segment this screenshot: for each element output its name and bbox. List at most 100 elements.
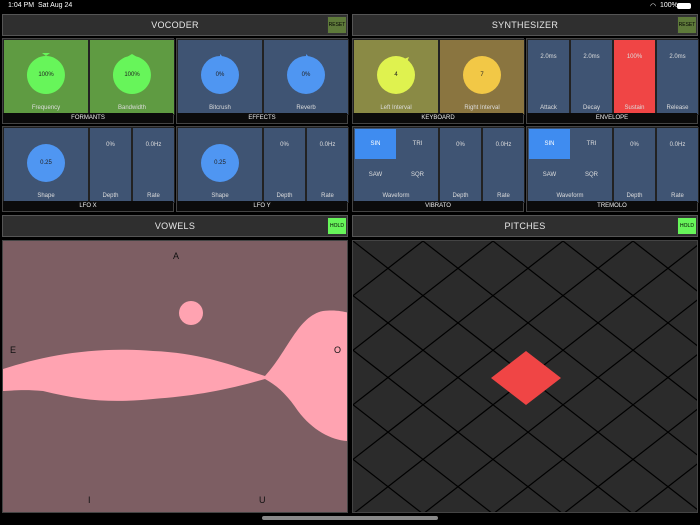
tremolo-depth-control[interactable]: 0% Depth [613,127,656,203]
tremolo-saw-button[interactable]: SAW [529,160,570,190]
vibrato-rate-value: 0.0Hz [495,142,512,148]
vowel-u-label: U [259,495,266,505]
lfo-x-shape-knob[interactable]: 0.25 [26,143,66,183]
pitches-hold-button[interactable]: HOLD [677,217,697,235]
vibrato-sqr-button[interactable]: SQR [397,160,438,190]
vibrato-depth-label: Depth [452,193,469,199]
lfo-x-shape-value: 0.25 [40,160,52,166]
lfo-y-label: LFO Y [177,201,347,211]
frequency-control[interactable]: 100% Frequency [3,39,89,115]
right-interval-control[interactable]: 7 Right Interval [439,39,525,115]
vowels-hold-button[interactable]: HOLD [327,217,347,235]
frequency-label: Frequency [31,105,61,111]
vibrato-saw-button[interactable]: SAW [355,160,396,190]
wifi-icon: ◠ [650,3,657,10]
lfo-x-shape-control[interactable]: 0.25 Shape [3,127,89,203]
tremolo-rate-control[interactable]: 0.0Hz Rate [656,127,699,203]
bitcrush-control[interactable]: 0% Bitcrush [177,39,263,115]
vowel-e-label: E [10,345,17,355]
lfo-y-depth-value: 0% [280,142,289,148]
left-interval-control[interactable]: 4 Left Interval [353,39,439,115]
release-label: Release [666,105,689,111]
lfo-y-depth-label: Depth [276,193,293,199]
left-interval-knob[interactable]: 4 [376,55,416,95]
vowel-cursor[interactable] [179,301,203,325]
lfo-x-label: LFO X [3,201,173,211]
sustain-label: Sustain [624,105,645,111]
release-value: 2.0ms [669,54,686,60]
right-interval-knob[interactable]: 7 [462,55,502,95]
sustain-value: 100% [626,54,643,60]
battery-icon [677,3,691,9]
pitches-header: PITCHES [352,215,698,237]
lfo-x-depth-label: Depth [102,193,119,199]
decay-control[interactable]: 2.0ms Decay [570,39,613,115]
bitcrush-value: 0% [215,72,225,78]
tremolo-label: TREMOLO [527,201,697,211]
synth-reset-button[interactable]: RESET [677,16,697,34]
decay-label: Decay [582,105,600,111]
bitcrush-label: Bitcrush [209,105,231,111]
sustain-control[interactable]: 100% Sustain [613,39,656,115]
synth-title: SYNTHESIZER [491,20,559,30]
vocoder-reset-button[interactable]: RESET [327,16,347,34]
bandwidth-control[interactable]: 100% Bandwidth [89,39,175,115]
lfo-y-shape-label: Shape [211,193,229,199]
lfo-y-rate-label: Rate [321,193,334,199]
right-interval-label: Right Interval [464,105,500,111]
effects-label: EFFECTS [177,113,347,123]
tremolo-rate-label: Rate [671,193,684,199]
right-interval-value: 7 [480,72,484,78]
pitches-pad[interactable] [352,240,698,513]
keyboard-label: KEYBOARD [353,113,523,123]
vocoder-title: VOCODER [151,20,199,30]
vibrato-depth-control[interactable]: 0% Depth [439,127,482,203]
tremolo-sin-button[interactable]: SIN [529,129,570,159]
formants-group: 100% Frequency 100% Bandwidth FORMANTS [2,38,175,124]
reverb-value: 0% [301,72,311,78]
bandwidth-knob[interactable]: 100% [112,54,152,95]
lfo-y-rate-control[interactable]: 0.0Hz Rate [306,127,349,203]
vibrato-tri-button[interactable]: TRI [397,129,438,159]
reverb-knob[interactable]: 0% [286,54,326,95]
vibrato-label: VIBRATO [353,201,523,211]
pitch-grid [353,241,697,512]
release-control[interactable]: 2.0ms Release [656,39,699,115]
bandwidth-label: Bandwidth [117,105,147,111]
lfo-x-group: 0.25 Shape 0% Depth 0.0Hz Rate LFO X [2,126,175,212]
tremolo-tri-button[interactable]: TRI [571,129,612,159]
left-interval-value: 4 [394,72,398,78]
vibrato-rate-control[interactable]: 0.0Hz Rate [482,127,525,203]
vowels-pad[interactable]: A E O I U [2,240,348,513]
lfo-y-shape-value: 0.25 [214,160,226,166]
lfo-y-group: 0.25 Shape 0% Depth 0.0Hz Rate LFO Y [176,126,349,212]
vibrato-sin-button[interactable]: SIN [355,129,396,159]
tremolo-waveform-control: SIN TRI SAW SQR Waveform [527,127,613,203]
active-pitch-cell[interactable] [491,351,561,405]
pitches-title: PITCHES [504,221,546,231]
tremolo-group: SIN TRI SAW SQR Waveform 0% Depth 0.0Hz … [526,126,699,212]
lfo-y-rate-value: 0.0Hz [319,142,336,148]
frequency-knob[interactable]: 100% [26,53,66,95]
attack-control[interactable]: 2.0ms Attack [527,39,570,115]
lfo-y-depth-control[interactable]: 0% Depth [263,127,306,203]
lfo-x-rate-control[interactable]: 0.0Hz Rate [132,127,175,203]
home-indicator[interactable] [262,516,438,520]
reverb-control[interactable]: 0% Reverb [263,39,349,115]
vibrato-depth-value: 0% [456,142,465,148]
lfo-x-depth-control[interactable]: 0% Depth [89,127,132,203]
vibrato-waveform-label: Waveform [382,193,410,199]
formants-label: FORMANTS [3,113,173,123]
synth-header: SYNTHESIZER [352,14,698,36]
tremolo-waveform-label: Waveform [556,193,584,199]
lfo-y-shape-control[interactable]: 0.25 Shape [177,127,263,203]
status-battery: 100% [660,2,678,9]
tremolo-sqr-button[interactable]: SQR [571,160,612,190]
lfo-y-shape-knob[interactable]: 0.25 [200,143,240,183]
vowels-header: VOWELS [2,215,348,237]
decay-value: 2.0ms [583,54,600,60]
bitcrush-knob[interactable]: 0% [200,54,240,95]
envelope-group: 2.0ms Attack 2.0ms Decay 100% Sustain 2.… [526,38,699,124]
vowel-i-label: I [88,495,91,505]
keyboard-group: 4 Left Interval 7 Right Interval KEYBOAR… [352,38,525,124]
